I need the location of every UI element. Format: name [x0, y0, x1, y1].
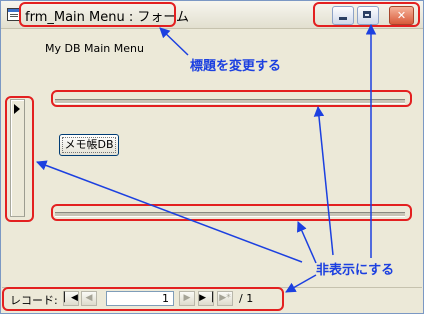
- title-highlight: [19, 2, 176, 27]
- change-title-note: 標題を変更する: [190, 59, 282, 74]
- bottom-scrollbar-highlight: [51, 204, 412, 221]
- record-selector-highlight: [5, 96, 34, 222]
- hide-note: 非表示にする: [316, 263, 395, 278]
- top-scrollbar-highlight: [51, 90, 412, 107]
- window-controls-highlight: [313, 2, 420, 27]
- memo-db-button[interactable]: メモ帳DB: [59, 134, 119, 156]
- navigation-highlight: [2, 287, 284, 311]
- form-caption: My DB Main Menu: [45, 42, 144, 55]
